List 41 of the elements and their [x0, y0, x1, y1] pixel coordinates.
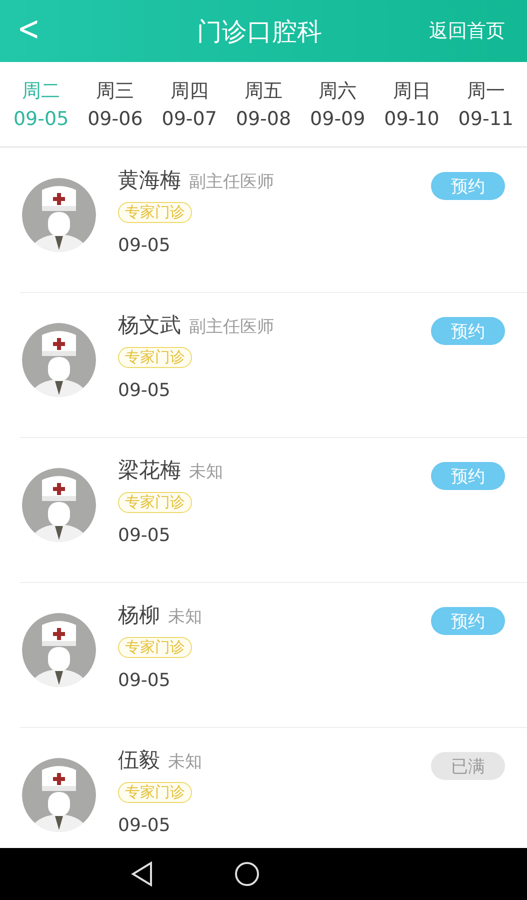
home-link[interactable]: 返回首页 [429, 18, 527, 44]
day-tab[interactable]: 周日 09-10 [374, 62, 449, 146]
day-tab[interactable]: 周三 09-06 [78, 62, 152, 146]
doctor-name: 黄海梅 [118, 167, 181, 194]
book-button[interactable]: 预约 [431, 607, 505, 635]
expert-tag: 专家门诊 [118, 637, 192, 658]
doctor-title: 未知 [168, 606, 202, 628]
expert-tag: 专家门诊 [118, 492, 192, 513]
appointment-date: 09-05 [118, 670, 170, 691]
doctor-name: 杨柳 [118, 602, 160, 629]
doctor-avatar-icon [22, 758, 96, 832]
day-tab[interactable]: 周四 09-07 [152, 62, 226, 146]
day-tab[interactable]: 周一 09-11 [448, 62, 523, 146]
expert-tag: 专家门诊 [118, 782, 192, 803]
expert-tag: 专家门诊 [118, 347, 192, 368]
book-button[interactable]: 预约 [431, 462, 505, 490]
appointment-date: 09-05 [118, 235, 170, 256]
doctor-avatar-icon [22, 178, 96, 252]
day-tab[interactable]: 周五 09-08 [226, 62, 301, 146]
book-button[interactable]: 预约 [431, 172, 505, 200]
day-tab[interactable]: 周六 09-09 [300, 62, 375, 146]
back-button[interactable]: < [6, 9, 54, 53]
expert-tag: 专家门诊 [118, 202, 192, 223]
doctor-avatar-icon [22, 468, 96, 542]
appointment-date: 09-05 [118, 815, 170, 836]
doctor-title: 未知 [189, 461, 223, 483]
doctor-title: 副主任医师 [189, 316, 274, 338]
back-icon[interactable] [130, 861, 154, 887]
doctor-title: 副主任医师 [189, 171, 274, 193]
page-title: 门诊口腔科 [196, 16, 323, 48]
doctor-title: 未知 [168, 751, 202, 773]
appointment-date: 09-05 [118, 525, 170, 546]
home-icon[interactable] [234, 861, 260, 887]
doctor-avatar-icon [22, 323, 96, 397]
doctor-name: 杨文武 [118, 312, 181, 339]
doctor-avatar-icon [22, 613, 96, 687]
book-button[interactable]: 预约 [431, 317, 505, 345]
day-tab[interactable]: 周二 09-05 [4, 62, 78, 146]
doctor-name: 伍毅 [118, 747, 160, 774]
doctor-name: 梁花梅 [118, 457, 181, 484]
appointment-date: 09-05 [118, 380, 170, 401]
